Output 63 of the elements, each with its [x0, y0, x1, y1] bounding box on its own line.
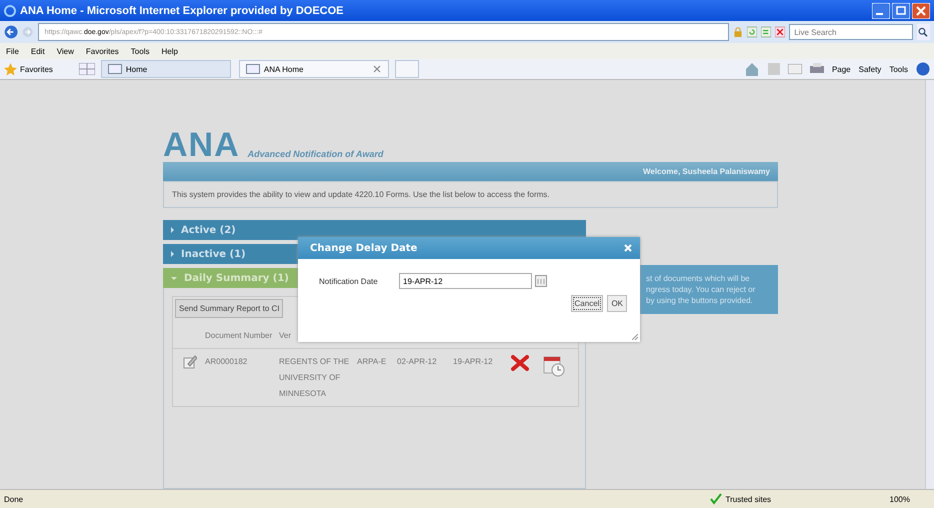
favorites-button[interactable]: Favorites — [4, 62, 73, 76]
info-text: by using the buttons provided. — [646, 295, 754, 306]
logo: ANA — [163, 128, 240, 162]
browser-tab[interactable]: Home — [100, 60, 231, 78]
table-cell-text: ARPA-E — [357, 356, 388, 368]
date-field[interactable]: 19-APR-12 — [399, 273, 532, 289]
zoom-level[interactable]: 100% — [890, 494, 910, 504]
delete-icon[interactable] — [511, 355, 529, 371]
command-menu[interactable]: Page — [832, 64, 851, 74]
stop-icon[interactable] — [775, 25, 786, 39]
status-text: Done — [4, 494, 24, 504]
page-icon — [108, 64, 122, 74]
intro-text: This system provides the ability to view and update 4220.10 Forms. Use the list below to access the forms. — [172, 190, 550, 199]
info-text: ngress today. You can reject or — [646, 284, 756, 295]
command-menu[interactable]: Safety — [858, 64, 882, 74]
star-icon[interactable] — [4, 62, 17, 76]
dialog-button[interactable]: OK — [607, 295, 627, 312]
home-icon[interactable] — [744, 62, 760, 76]
calendar-clock-icon[interactable] — [543, 355, 565, 377]
browser-tab[interactable]: ANA Home — [238, 60, 389, 78]
search-field[interactable]: Live Search — [789, 24, 914, 40]
ie-logo-icon[interactable] — [4, 4, 16, 16]
dialog-button[interactable]: Cancel — [570, 295, 604, 312]
arrow-icon — [171, 227, 174, 233]
check-icon[interactable] — [710, 493, 722, 505]
welcome-text: Welcome, Susheela Palaniswamy — [642, 167, 770, 176]
refresh-icon[interactable] — [747, 25, 758, 39]
column-header: Ver — [279, 330, 292, 340]
send-report-button[interactable]: Send Summary Report to CI — [175, 299, 284, 318]
maximize-icon[interactable] — [892, 2, 910, 18]
menu-item[interactable]: Help — [161, 46, 178, 56]
close-icon[interactable] — [372, 64, 382, 74]
command-menu[interactable]: Tools — [889, 64, 908, 74]
menu-item[interactable]: Tools — [130, 46, 150, 56]
app-subtitle: Advanced Notification of Award — [248, 149, 384, 161]
edit-icon[interactable] — [183, 355, 197, 369]
column-header: Document Number — [205, 330, 274, 340]
scrollbar[interactable] — [925, 80, 934, 489]
tab-grid-icon[interactable] — [78, 63, 95, 75]
arrows-icon[interactable] — [761, 25, 772, 39]
menu-item[interactable]: View — [56, 46, 74, 56]
field-label: Notification Date — [319, 276, 379, 286]
calendar-icon[interactable] — [535, 275, 547, 287]
arrow-icon — [171, 251, 174, 257]
menu-item[interactable]: File — [6, 46, 19, 56]
table-cell-text: 19-APR-12 — [453, 356, 494, 368]
table-cell-text: 02-APR-12 — [397, 356, 438, 368]
menu-item[interactable]: Edit — [30, 46, 45, 56]
minimize-icon[interactable] — [872, 2, 890, 18]
window-title: ANA Home - Microsoft Internet Explorer provided by DOECOE — [20, 4, 344, 16]
zone-text: Trusted sites — [726, 494, 772, 504]
arrow-icon — [171, 276, 177, 280]
table-cell-text: REGENTS OF THE UNIVERSITY OF MINNESOTA — [279, 356, 350, 400]
lock-icon[interactable] — [733, 25, 744, 39]
resize-grip-icon[interactable] — [632, 334, 638, 340]
printer-icon[interactable] — [810, 63, 824, 75]
page-icon — [246, 64, 260, 74]
menu-item[interactable]: Favorites — [86, 46, 119, 56]
new-tab-button[interactable] — [394, 60, 419, 78]
dialog-title: Change Delay Date — [310, 242, 418, 254]
info-text: st of documents which will be — [646, 273, 751, 284]
table-cell-text: AR0000182 — [205, 356, 248, 368]
search-icon[interactable] — [917, 24, 930, 40]
